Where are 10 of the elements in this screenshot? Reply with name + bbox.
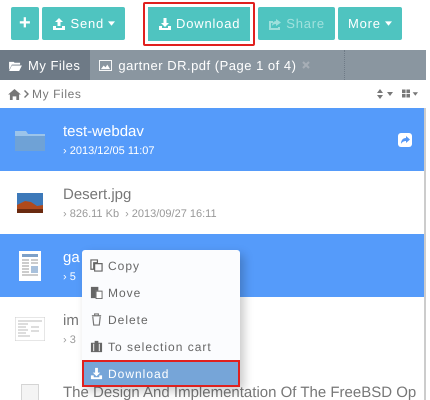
file-meta: › 826.11 Kb [63, 208, 120, 220]
file-name: Desert.jpg [63, 186, 132, 202]
file-name: im [63, 312, 79, 328]
file-name: ga [63, 248, 80, 266]
file-name: The Design And Implementation Of The FreeBSD Op [63, 384, 416, 400]
file-meta: › 3 [63, 334, 76, 346]
file-name: test-webdav [63, 122, 144, 140]
file-meta: › 2013/12/05 11:07 [63, 144, 155, 156]
file-meta: › 2013/09/27 16:11 [125, 208, 217, 220]
file-meta: › 5 [63, 270, 76, 282]
